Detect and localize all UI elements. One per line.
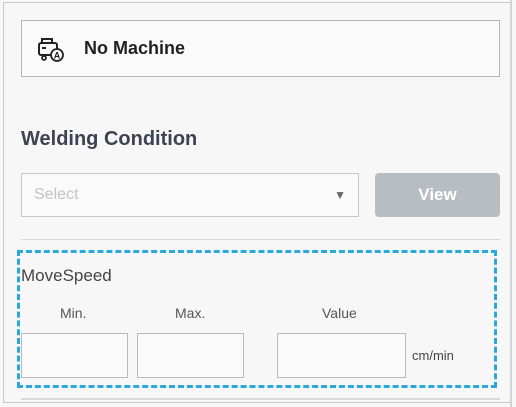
- svg-text:A: A: [54, 50, 61, 60]
- select-placeholder: Select: [34, 186, 79, 203]
- unit-label: cm/min: [412, 348, 454, 363]
- value-label: Value: [322, 305, 357, 321]
- machine-label: No Machine: [84, 38, 186, 58]
- welding-condition-title: Welding Condition: [21, 128, 198, 150]
- param-name: MoveSpeed: [21, 266, 112, 285]
- max-label: Max.: [175, 305, 206, 321]
- machine-auto-icon: A: [36, 34, 66, 64]
- machine-status-box[interactable]: A No Machine: [21, 20, 500, 77]
- min-label: Min.: [60, 305, 87, 321]
- max-input[interactable]: [137, 333, 244, 378]
- panel-scroll-edge: [510, 0, 512, 407]
- view-button[interactable]: View: [375, 173, 500, 217]
- value-input[interactable]: [277, 333, 406, 378]
- section-divider: [21, 239, 500, 240]
- min-input[interactable]: [21, 333, 128, 378]
- bottom-divider: [21, 398, 500, 400]
- chevron-down-icon: ▼: [334, 188, 346, 202]
- welding-condition-select[interactable]: Select ▼: [21, 173, 359, 217]
